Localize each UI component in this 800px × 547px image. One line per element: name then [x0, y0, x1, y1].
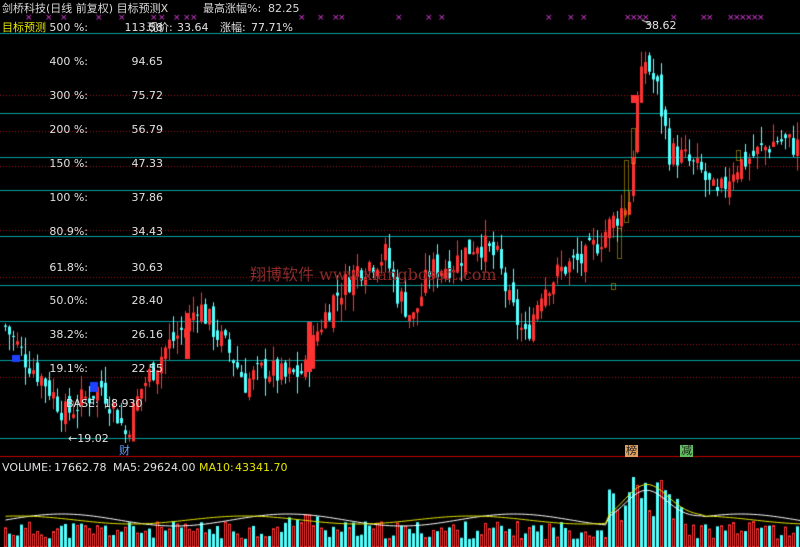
- high-price-annotation: 38.62: [645, 19, 677, 32]
- level-pct-5: 100 %:: [49, 191, 88, 204]
- level-pct-9: 38.2%:: [49, 328, 88, 341]
- level-pct-7: 61.8%:: [49, 261, 88, 274]
- ma5-value: 29624.00: [143, 461, 196, 474]
- dragon-tiger-list-marker[interactable]: 榜: [625, 445, 638, 457]
- level-value-6: 34.43: [131, 225, 164, 238]
- ma5-label: MA5:: [113, 461, 141, 474]
- ma10-label: MA10:: [199, 461, 234, 474]
- base-value: 18.930: [104, 397, 143, 410]
- gain-label: 涨幅:: [220, 21, 246, 34]
- level-value-2: 75.72: [131, 89, 164, 102]
- max-gain-label: 最高涨幅%:: [203, 2, 262, 15]
- volume-label: VOLUME:: [2, 461, 52, 474]
- level-pct-8: 50.0%:: [49, 294, 88, 307]
- level-value-7: 30.63: [131, 261, 164, 274]
- level-pct-6: 80.9%:: [49, 225, 88, 238]
- current-price-value: 33.64: [177, 21, 209, 34]
- stock-title: 剑桥科技(日线 前复权) 目标预测X: [2, 2, 169, 15]
- level-value-0: 113.58: [124, 21, 164, 34]
- low-price-annotation: ←19.02: [68, 432, 109, 445]
- max-gain-value: 82.25: [268, 2, 300, 15]
- base-label: BASE:: [66, 397, 99, 410]
- level-pct-4: 150 %:: [49, 157, 88, 170]
- level-value-3: 56.79: [131, 123, 164, 136]
- level-value-8: 28.40: [131, 294, 164, 307]
- volume-value: 17662.78: [54, 461, 107, 474]
- watermark: 翔博软件 www.xiangbosoft.com: [250, 265, 497, 284]
- level-value-4: 47.33: [131, 157, 164, 170]
- financial-report-marker[interactable]: 财: [118, 445, 131, 457]
- level-pct-2: 300 %:: [49, 89, 88, 102]
- level-value-9: 26.16: [131, 328, 164, 341]
- level-pct-1: 400 %:: [49, 55, 88, 68]
- shareholder-reduction-marker[interactable]: 减: [680, 445, 693, 457]
- level-pct-10: 19.1%:: [49, 362, 88, 375]
- level-pct-3: 200 %:: [49, 123, 88, 136]
- level-pct-0: 500 %:: [49, 21, 88, 34]
- level-value-5: 37.86: [131, 191, 164, 204]
- level-value-10: 22.55: [131, 362, 164, 375]
- ma10-value: 43341.70: [235, 461, 288, 474]
- level-value-1: 94.65: [131, 55, 164, 68]
- gain-value: 77.71%: [251, 21, 293, 34]
